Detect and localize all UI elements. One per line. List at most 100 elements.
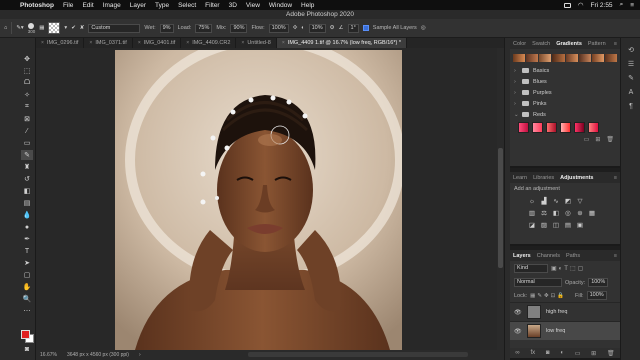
scrollbar-thumb[interactable] (498, 148, 503, 268)
color-balance-icon[interactable]: ⚖ (540, 209, 548, 217)
menu-filter[interactable]: Filter (205, 2, 219, 9)
menu-view[interactable]: View (246, 2, 260, 9)
history-icon[interactable]: ⟲ (627, 46, 635, 54)
doc-tab[interactable]: × IMG_4409.CR2 (181, 38, 237, 48)
hue-saturation-icon[interactable]: ▥ (528, 209, 536, 217)
menu-file[interactable]: File (63, 2, 73, 9)
recent-gradients[interactable] (513, 54, 617, 62)
gradient-swatch[interactable] (574, 122, 585, 133)
clone-stamp-tool-icon[interactable]: ♜ (21, 162, 33, 172)
selective-color-icon[interactable]: ▣ (576, 221, 584, 229)
menu-help[interactable]: Help (301, 2, 314, 9)
new-gradient-icon[interactable]: ⊞ (595, 136, 600, 143)
brush-preset-picker[interactable]: 300 (28, 22, 35, 34)
black-white-icon[interactable]: ◧ (552, 209, 560, 217)
angle-field[interactable]: 1° (347, 23, 359, 33)
brush-settings-icon[interactable]: ✎ (627, 74, 635, 82)
app-menu[interactable]: Photoshop (20, 2, 54, 9)
panel-menu-icon[interactable]: ≡ (614, 175, 617, 181)
zoom-level[interactable]: 16.67% (40, 352, 57, 358)
tab-patterns[interactable]: Pattern (588, 41, 606, 47)
close-icon[interactable]: × (89, 38, 92, 48)
trash-icon[interactable]: 🗑 (606, 136, 614, 143)
tab-learn[interactable]: Learn (513, 175, 527, 181)
status-arrow-icon[interactable]: › (139, 352, 141, 358)
tab-adjustments[interactable]: Adjustments (560, 175, 593, 181)
panel-menu-icon[interactable]: ≡ (614, 253, 617, 259)
invert-icon[interactable]: ◪ (528, 221, 536, 229)
hand-tool-icon[interactable]: ✋ (21, 282, 33, 292)
wet-field[interactable]: 9% (159, 23, 174, 33)
gradient-folder-purples[interactable]: › Purples (510, 87, 620, 98)
angle-icon[interactable]: ∠ (339, 25, 344, 31)
gradient-folder-blues[interactable]: › Blues (510, 76, 620, 87)
crop-tool-icon[interactable]: ⌗ (21, 102, 33, 112)
gradient-folder-reds[interactable]: ⌄ Reds (510, 109, 620, 120)
fx-icon[interactable]: fx (530, 350, 535, 356)
smoothing-field[interactable]: 10% (308, 23, 326, 33)
doc-tab-active[interactable]: × IMG_4409 1.tif @ 16.7% (low freq, RGB/1… (276, 38, 407, 48)
eye-icon[interactable]: 👁 (514, 309, 522, 316)
posterize-icon[interactable]: ▨ (540, 221, 548, 229)
channel-mixer-icon[interactable]: ⊛ (576, 209, 584, 217)
clean-brush-icon[interactable]: ✔ (71, 25, 76, 31)
search-icon[interactable]: ⌕ (620, 1, 624, 9)
gradient-folder-pinks[interactable]: › Pinks (510, 98, 620, 109)
foreground-color-swatch[interactable] (21, 330, 30, 339)
blend-preset-select[interactable]: Custom (88, 23, 141, 33)
close-icon[interactable]: × (186, 38, 189, 48)
wifi-icon[interactable]: ◠ (578, 1, 584, 9)
new-adjustment-icon[interactable]: ◐ (560, 350, 564, 356)
close-icon[interactable]: × (138, 38, 141, 48)
move-tool-icon[interactable]: ✥ (21, 54, 33, 64)
levels-icon[interactable]: ▟ (540, 197, 548, 205)
gradient-swatch[interactable] (532, 122, 543, 133)
eyedropper-tool-icon[interactable]: ⁄ (21, 126, 33, 136)
chevron-right-icon[interactable]: › (514, 90, 518, 96)
brightness-icon[interactable]: ☼ (528, 197, 536, 205)
menu-image[interactable]: Image (103, 2, 121, 9)
doc-tab[interactable]: × IMG_0401.tif (133, 38, 182, 48)
properties-icon[interactable]: ☰ (627, 60, 635, 68)
gradient-tool-icon[interactable]: ▤ (21, 198, 33, 208)
doc-tab[interactable]: × Untitled-8 (236, 38, 277, 48)
lasso-tool-icon[interactable]: ᗝ (21, 78, 33, 88)
load-field[interactable]: 75% (195, 23, 213, 33)
gradient-swatch[interactable] (518, 122, 529, 133)
quick-mask-icon[interactable]: ◙ (21, 344, 33, 354)
pen-tool-icon[interactable]: ✒ (21, 234, 33, 244)
mix-field[interactable]: 90% (230, 23, 248, 33)
marquee-tool-icon[interactable]: ⬚ (21, 66, 33, 76)
character-icon[interactable]: A (627, 88, 635, 96)
tab-swatches[interactable]: Swatch (532, 41, 550, 47)
tab-channels[interactable]: Channels (537, 253, 560, 259)
brush-tool-icon[interactable]: ✎ (21, 150, 33, 160)
smoothing-icon[interactable]: ◐ (301, 25, 304, 31)
doc-tab[interactable]: × IMG_0296.tif (36, 38, 85, 48)
load-brush-icon[interactable]: ▾ (64, 25, 67, 31)
gradient-swatch[interactable] (546, 122, 557, 133)
layer-row[interactable]: 👁 high freq (510, 302, 620, 321)
layer-row-selected[interactable]: 👁 low freq (510, 321, 620, 340)
blur-tool-icon[interactable]: 💧 (21, 210, 33, 220)
history-brush-tool-icon[interactable]: ↺ (21, 174, 33, 184)
menu-layer[interactable]: Layer (130, 2, 146, 9)
portrait-photo[interactable] (115, 50, 402, 350)
quick-select-tool-icon[interactable]: ✧ (21, 90, 33, 100)
menu-window[interactable]: Window (269, 2, 292, 9)
dodge-tool-icon[interactable]: ● (21, 222, 33, 232)
new-layer-icon[interactable]: ⊞ (591, 350, 596, 357)
tab-color[interactable]: Color (513, 41, 526, 47)
tab-layers[interactable]: Layers (513, 253, 531, 259)
path-selection-tool-icon[interactable]: ➤ (21, 258, 33, 268)
color-lookup-icon[interactable]: ▦ (588, 209, 596, 217)
flow-field[interactable]: 100% (268, 23, 289, 33)
sample-all-layers-checkbox[interactable] (362, 25, 369, 31)
rectangle-tool-icon[interactable]: ▢ (21, 270, 33, 280)
tab-paths[interactable]: Paths (566, 253, 580, 259)
eraser-tool-icon[interactable]: ◧ (21, 186, 33, 196)
gear-icon[interactable]: ⚙ (330, 25, 335, 31)
tab-gradients[interactable]: Gradients (556, 41, 582, 47)
filter-icons[interactable]: ▣◐T⬚▢ (551, 265, 585, 272)
threshold-icon[interactable]: ◫ (552, 221, 560, 229)
